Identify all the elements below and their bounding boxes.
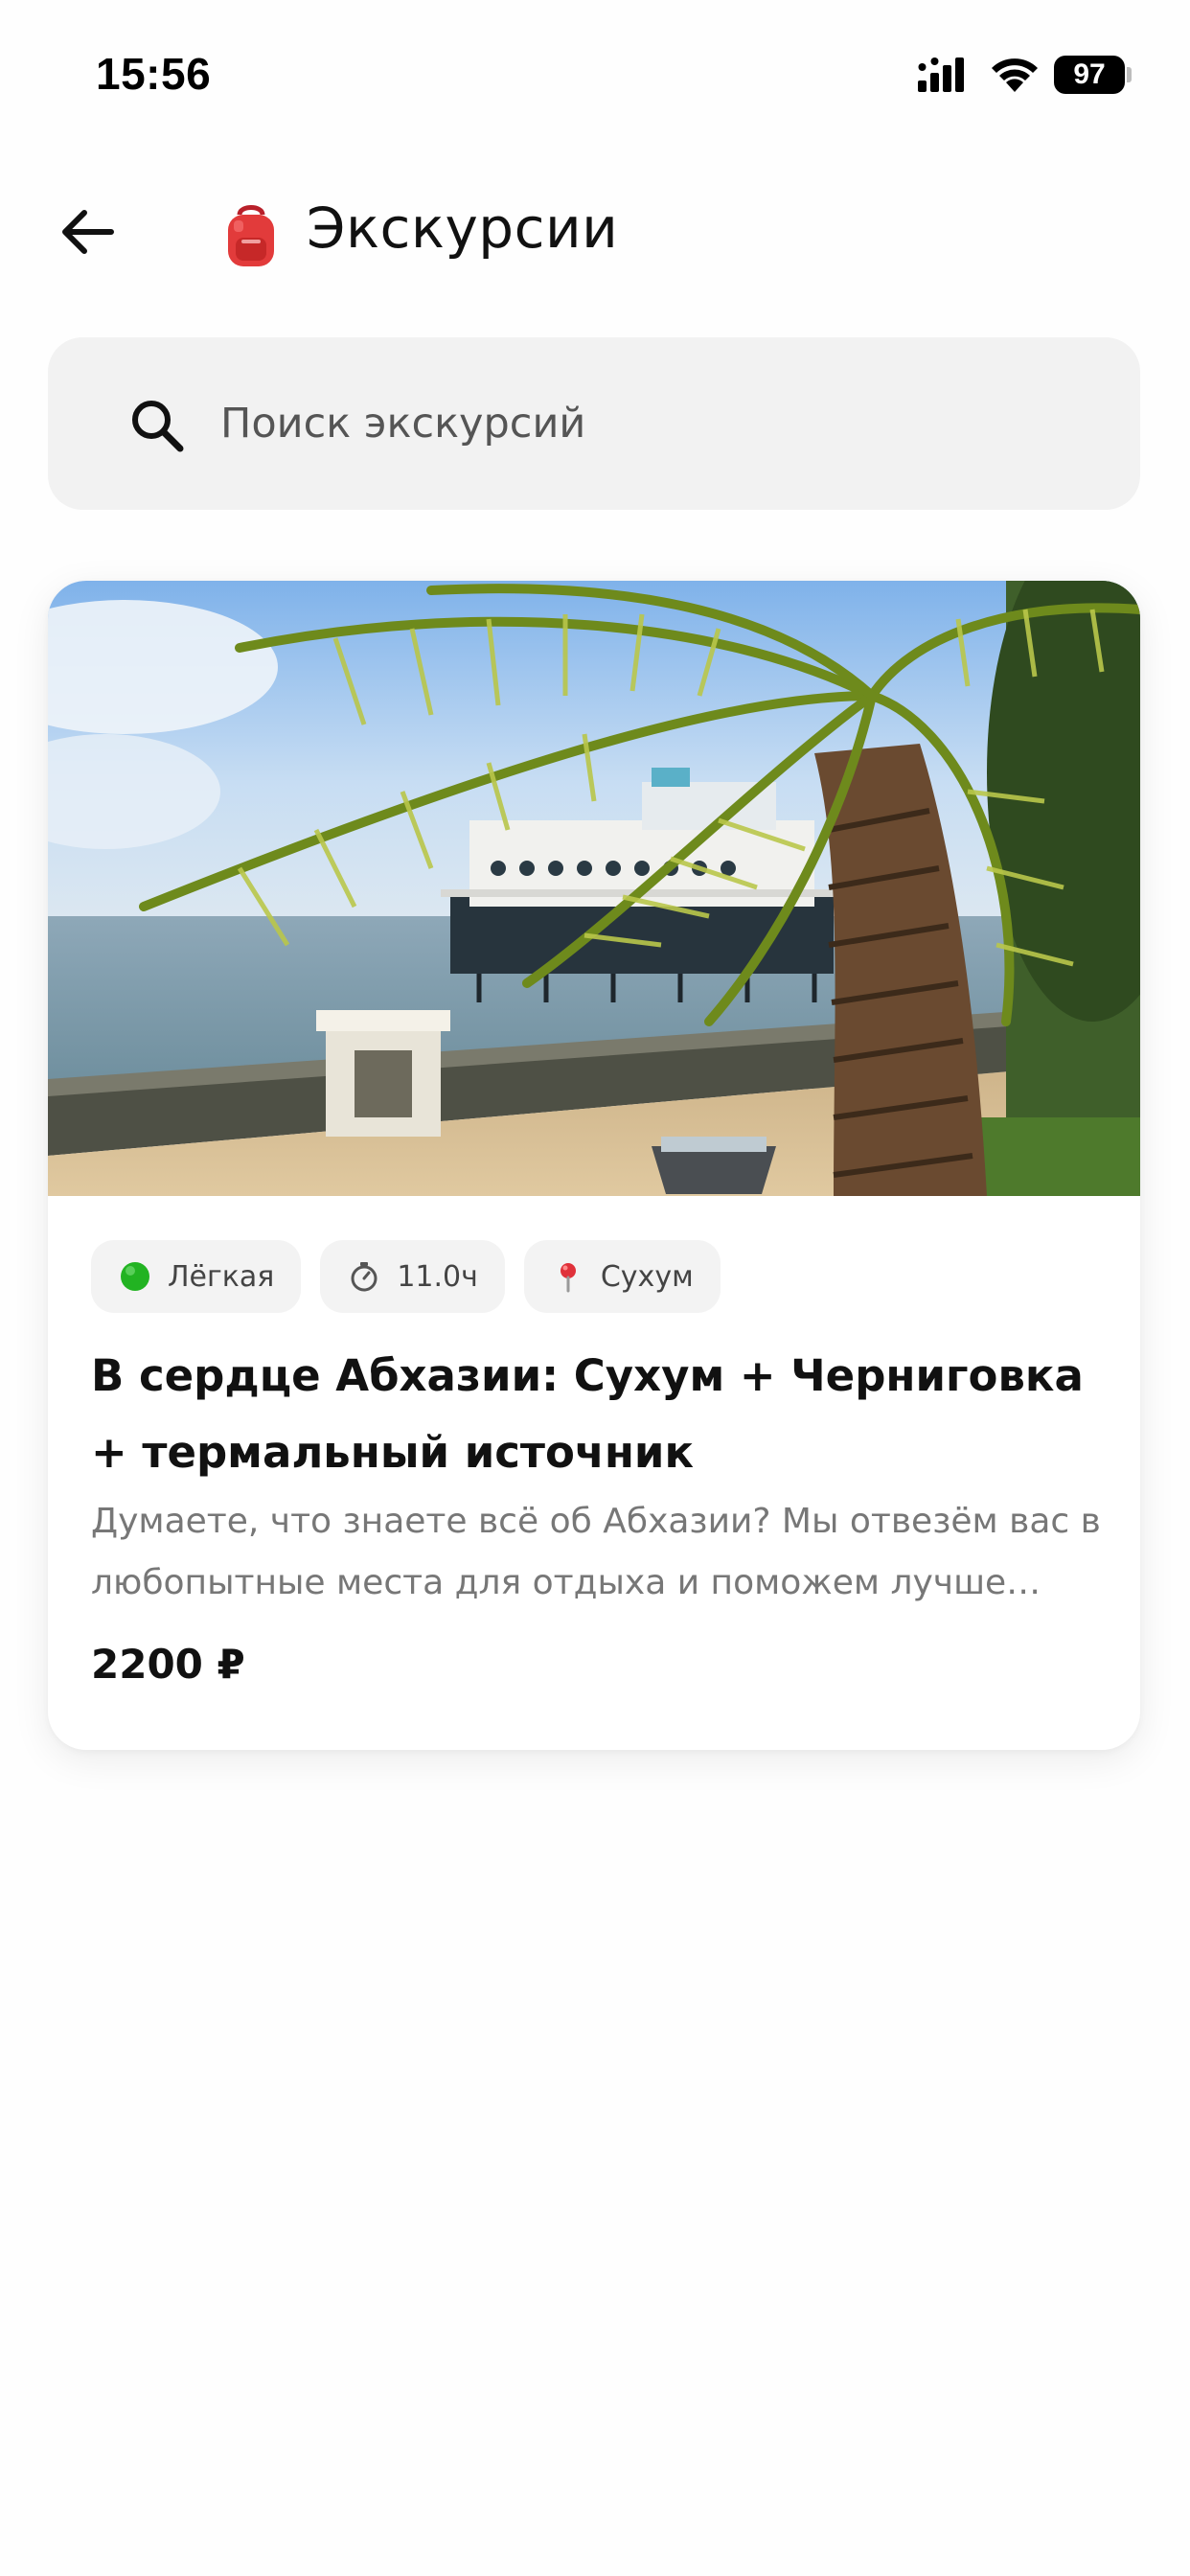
green-circle-icon — [118, 1259, 152, 1294]
page-title: Экскурсии — [307, 196, 619, 261]
cellular-signal-icon — [918, 58, 964, 92]
stopwatch-icon — [347, 1259, 381, 1294]
search-bar[interactable] — [48, 337, 1140, 510]
battery-icon: 97 — [1054, 56, 1125, 94]
wifi-icon — [992, 58, 1038, 92]
location-tag: Сухум — [523, 1240, 721, 1313]
tour-card[interactable]: Лёгкая 11.0ч Сухум В сердце Абхазии: Сух… — [48, 581, 1140, 1750]
page-header: Экскурсии — [0, 172, 1190, 288]
tour-price: 2200 ₽ — [91, 1641, 245, 1688]
battery-tip — [1127, 67, 1132, 82]
search-input[interactable] — [220, 385, 1083, 462]
location-label: Сухум — [600, 1259, 694, 1294]
duration-label: 11.0ч — [397, 1259, 478, 1294]
excursions-screen: 15:56 97 Экскурсии Поиск экскурсий Лёгка… — [0, 0, 1190, 2576]
backpack-icon — [228, 205, 274, 266]
tour-title: В сердце Абхазии: Сухум + Черниговка + т… — [91, 1350, 1084, 1478]
difficulty-label: Лёгкая — [168, 1259, 275, 1294]
map-pin-icon — [551, 1259, 585, 1294]
duration-tag: 11.0ч — [320, 1240, 505, 1313]
tour-tags: Лёгкая 11.0ч Сухум — [91, 1240, 721, 1313]
arrow-left-icon — [62, 210, 114, 254]
status-time: 15:56 — [96, 49, 212, 99]
tour-description: Думаете, что знаете всё об Абхазии? Мы о… — [91, 1502, 1101, 1602]
status-bar: 15:56 97 — [0, 0, 1190, 144]
back-button[interactable] — [48, 194, 125, 270]
difficulty-tag: Лёгкая — [91, 1240, 302, 1313]
tour-photo — [48, 581, 1140, 1196]
search-icon — [132, 401, 184, 452]
